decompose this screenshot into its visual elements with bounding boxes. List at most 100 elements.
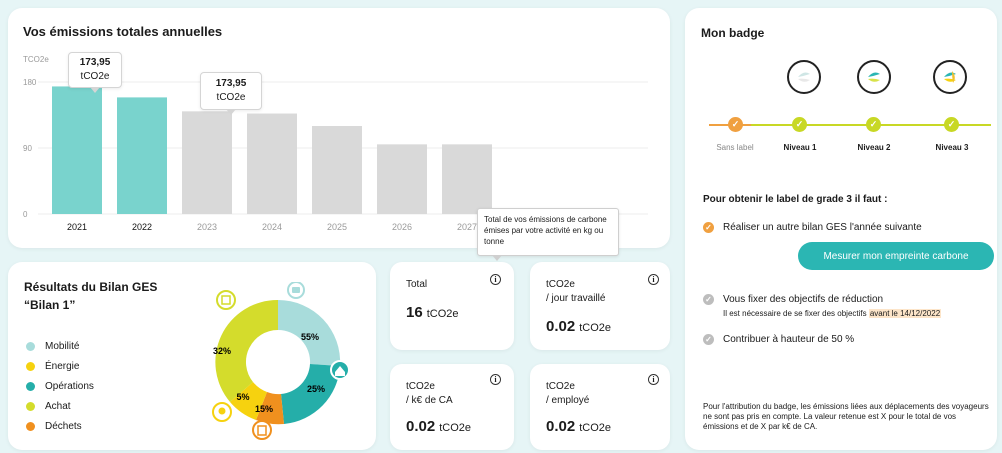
- requirement-contribution-text: Contribuer à hauteur de 50 %: [723, 334, 855, 345]
- bar-2023: [182, 111, 232, 214]
- measure-footprint-button[interactable]: Mesurer mon empreinte carbone: [798, 242, 994, 270]
- bar-2021: [52, 86, 102, 214]
- emissions-title: Vos émissions totales annuelles: [23, 24, 223, 39]
- level-2-check-icon: ✓: [866, 117, 881, 132]
- y-tick-label: 0: [23, 210, 28, 219]
- metric-total-unit: tCO2e: [426, 308, 459, 320]
- legend-label: Énergie: [45, 360, 80, 372]
- info-tooltip: Total de vos émissions de carbone émises…: [477, 208, 619, 261]
- info-icon[interactable]: i: [490, 374, 501, 385]
- requirements-title: Pour obtenir le label de grade 3 il faut…: [703, 194, 888, 205]
- badge-note: Pour l'attribution du badge, les émissio…: [703, 402, 989, 431]
- badge-card: Mon badge ✓ ✓ ✓ ✓ Sans label Niveau 1 Ni…: [685, 8, 997, 450]
- tooltip-2023-unit: tCO2e: [216, 92, 246, 103]
- legend-item-operations: Opérations: [26, 376, 94, 396]
- results-legend: Mobilité Énergie Opérations Achat Déchet…: [26, 336, 94, 436]
- tooltip-2023-value: 173,95: [215, 78, 247, 89]
- info-icon[interactable]: i: [648, 374, 659, 385]
- donut-label-dechets: 15%: [255, 404, 273, 414]
- building-icon: [216, 290, 236, 310]
- legend-item-energie: Énergie: [26, 356, 94, 376]
- trash-icon: [252, 420, 272, 440]
- objectifs-deadline: avant le 14/12/2022: [868, 309, 942, 318]
- requirement-bilan-text: Réaliser un autre bilan GES l'année suiv…: [723, 222, 922, 233]
- results-title-line2: “Bilan 1”: [24, 298, 76, 312]
- metric-employe-card: tCO2e / employé i 0.02 tCO2e: [530, 364, 670, 450]
- metric-ca-label-per: / k€ de CA: [406, 395, 453, 406]
- bar-2022: [117, 97, 167, 214]
- legend-label: Achat: [45, 400, 71, 412]
- metric-employe-label: tCO2e / employé: [546, 380, 589, 408]
- requirement-objectifs: ✓ Vous fixer des objectifs de réduction …: [703, 294, 942, 318]
- y-tick-label: 90: [23, 144, 32, 153]
- results-donut: 55% 25% 15% 5% 32%: [212, 282, 350, 440]
- objectifs-note-text: Il est nécessaire de se fixer des object…: [723, 309, 869, 318]
- results-title: Résultats du Bilan GES “Bilan 1”: [24, 278, 157, 314]
- info-icon[interactable]: i: [648, 274, 659, 285]
- car-icon: [287, 282, 305, 299]
- x-tick-label: 2026: [392, 222, 412, 232]
- level-1-check-icon: ✓: [792, 117, 807, 132]
- x-tick-label: 2025: [327, 222, 347, 232]
- metric-employe-unit: tCO2e: [579, 422, 611, 434]
- legend-label: Mobilité: [45, 340, 80, 352]
- metric-total-value: 16 tCO2e: [406, 304, 458, 321]
- requirement-objectifs-text: Vous fixer des objectifs de réduction: [723, 294, 884, 305]
- badge-level1-icon: [787, 60, 821, 94]
- x-tick-label: 2027: [457, 222, 477, 232]
- legend-dot: [26, 341, 35, 351]
- metric-total-label: Total: [406, 279, 428, 290]
- metric-ca-label: tCO2e / k€ de CA: [406, 380, 453, 408]
- legend-dot: [26, 401, 35, 411]
- tooltip-2021: 173,95 tCO2e: [68, 52, 122, 93]
- metric-employe-label-per: / employé: [546, 395, 590, 406]
- level-2-label: Niveau 2: [857, 143, 891, 152]
- tooltip-2023: 173,95 tCO2e: [200, 72, 262, 115]
- metric-jour-number: 0.02: [546, 318, 576, 335]
- legend-label: Déchets: [45, 420, 82, 432]
- donut-label-energie: 5%: [236, 392, 249, 402]
- legend-dot: [26, 361, 35, 371]
- legend-dot: [26, 381, 35, 391]
- home-icon: [330, 360, 350, 380]
- level-sans-label: Sans label: [716, 143, 754, 152]
- metric-jour-label: tCO2e / jour travaillé: [546, 278, 605, 306]
- donut-label-achat: 32%: [213, 346, 231, 356]
- bar-2024: [247, 113, 297, 214]
- metric-employe-number: 0.02: [546, 418, 576, 435]
- metric-jour-value: 0.02 tCO2e: [546, 318, 611, 335]
- check-icon: ✓: [703, 294, 714, 305]
- y-axis-unit: TCO2e: [23, 55, 49, 64]
- requirement-contribution: ✓ Contribuer à hauteur de 50 %: [703, 334, 854, 345]
- badge-title: Mon badge: [701, 26, 765, 40]
- metric-employe-value: 0.02 tCO2e: [546, 418, 611, 435]
- badge-level3-icon: [933, 60, 967, 94]
- lightbulb-icon: [212, 402, 232, 422]
- tooltip-2021-unit: tCO2e: [80, 71, 110, 82]
- requirement-objectifs-block: Vous fixer des objectifs de réduction Il…: [723, 294, 942, 318]
- metric-ca-unit: tCO2e: [439, 422, 471, 434]
- legend-item-dechets: Déchets: [26, 416, 94, 436]
- x-tick-label: 2023: [197, 222, 217, 232]
- donut-label-mobilite: 55%: [301, 332, 319, 342]
- badge-level2-icon: [857, 60, 891, 94]
- level-3-check-icon: ✓: [944, 117, 959, 132]
- level-1-label: Niveau 1: [783, 143, 817, 152]
- results-card: Résultats du Bilan GES “Bilan 1” Mobilit…: [8, 262, 376, 450]
- metric-jour-label-per: / jour travaillé: [546, 293, 606, 304]
- check-icon: ✓: [703, 334, 714, 345]
- metric-ca-value: 0.02 tCO2e: [406, 418, 471, 435]
- legend-dot: [26, 421, 35, 431]
- metric-ca-number: 0.02: [406, 418, 436, 435]
- x-tick-label: 2024: [262, 222, 282, 232]
- level-3-label: Niveau 3: [935, 143, 969, 152]
- info-icon[interactable]: i: [490, 274, 501, 285]
- metric-total-number: 16: [406, 304, 423, 321]
- legend-label: Opérations: [45, 380, 94, 392]
- bar-2026: [377, 144, 427, 214]
- x-tick-label: 2021: [67, 222, 87, 232]
- metric-jour-unit: tCO2e: [579, 322, 611, 334]
- results-title-line1: Résultats du Bilan GES: [24, 280, 158, 294]
- metric-ca-label-unit: tCO2e: [406, 381, 435, 392]
- tooltip-2021-value: 173,95: [79, 57, 111, 68]
